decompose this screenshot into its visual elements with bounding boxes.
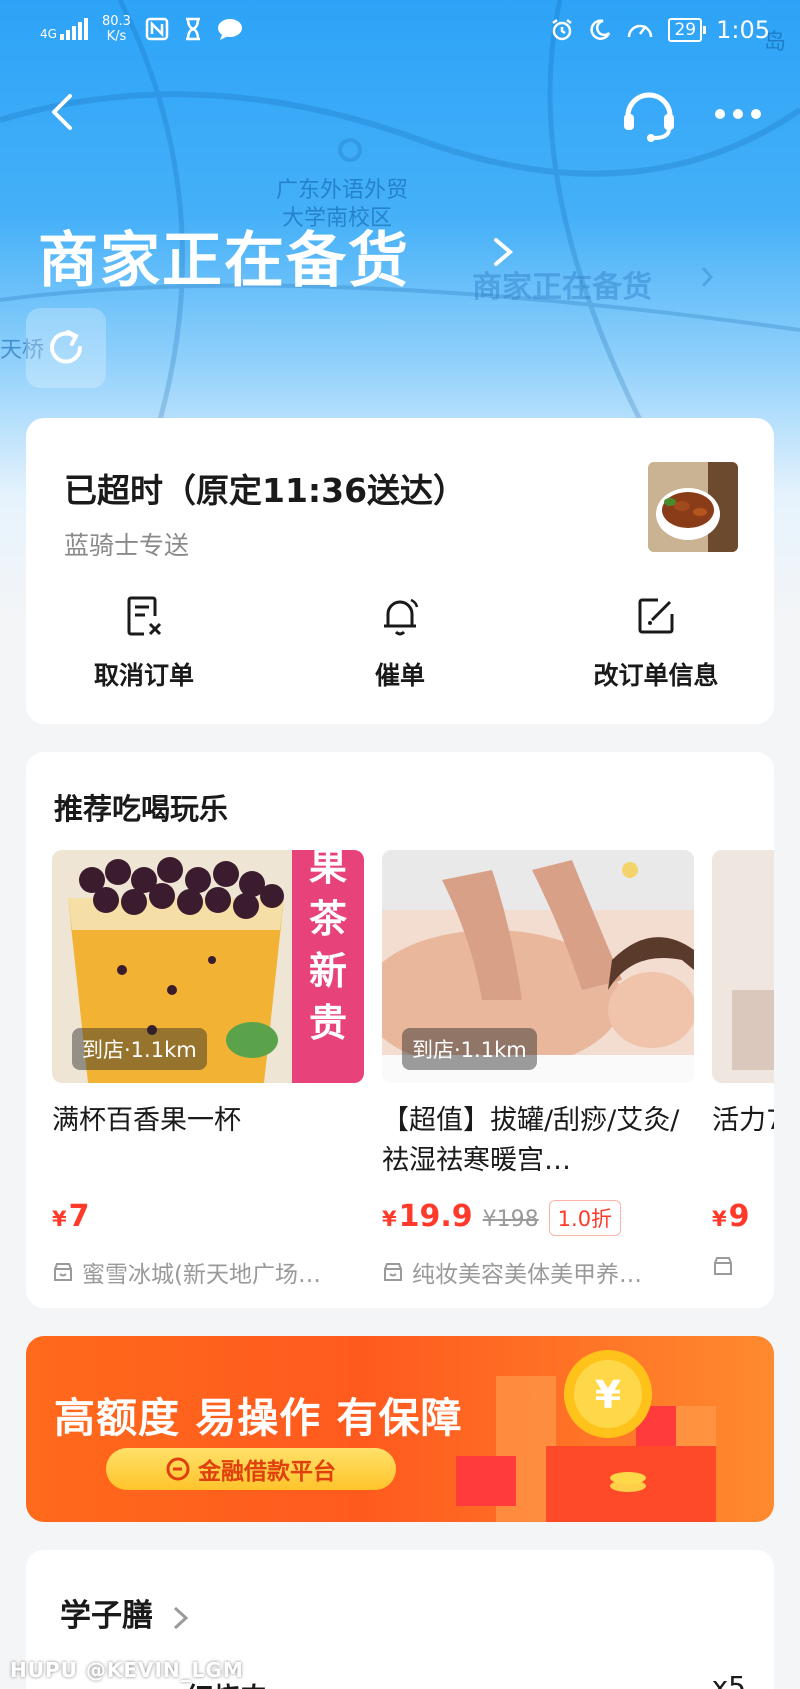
poster-char-2: 茶 (309, 897, 348, 941)
clock: 1:05 (716, 16, 770, 44)
bell-icon (384, 598, 419, 636)
product-image-drink: 果 茶 新 贵 到店·1.1km (52, 850, 364, 1083)
edit-icon (638, 598, 674, 634)
network-type: 4G (40, 27, 57, 41)
delivery-method: 蓝骑士专送 (64, 531, 190, 560)
product-image-massage: 到店·1.1km (382, 850, 694, 1083)
battery-level: 29 (674, 20, 697, 40)
product-distance: 到店·1.1km (402, 1028, 537, 1070)
banner-cta-button[interactable]: 金融借款平台 (106, 1448, 396, 1490)
product-currency: ¥ (382, 1207, 397, 1231)
network-indicator: 4G (40, 18, 88, 40)
poster-char-1: 果 (309, 850, 347, 889)
headset-icon (624, 92, 674, 142)
network-speed: 80.3 K/s (102, 14, 131, 44)
partial-product-image (712, 850, 774, 1083)
order-item-qty: x5 (711, 1670, 746, 1689)
product-shop-name: 纯妆美容美体美甲养… (412, 1262, 642, 1288)
more-dots-icon (715, 109, 761, 119)
banner-headline: 高额度 易操作 有保障 (54, 1394, 463, 1442)
cancel-order-button[interactable]: 取消订单 (34, 594, 254, 704)
customer-service-button[interactable] (620, 86, 678, 142)
product-shop[interactable] (712, 1255, 774, 1277)
shop-name: 学子膳 (60, 1598, 153, 1634)
food-bowl-image (648, 462, 738, 552)
poster-char-4: 贵 (309, 1001, 347, 1045)
chevron-right-icon (173, 1606, 189, 1629)
product-card[interactable]: 果 茶 新 贵 到店·1.1km 满杯百香果一杯 ¥ 7 蜜雪冰城(新天地广场… (52, 850, 364, 1289)
cancel-order-label: 取消订单 (93, 661, 194, 690)
hourglass-icon (185, 17, 200, 41)
refresh-button[interactable] (26, 308, 106, 388)
product-shop[interactable]: 纯妆美容美体美甲养… (382, 1255, 694, 1289)
order-status-title[interactable]: 商家正在备货 (38, 212, 410, 299)
product-original-price: ¥198 (482, 1207, 539, 1232)
signal-icon (59, 18, 88, 40)
back-button[interactable] (44, 92, 84, 132)
product-currency: ¥ (712, 1207, 727, 1231)
map-bubble-chevron (700, 266, 714, 292)
loan-ad-banner[interactable]: ¥ 高额度 易操作 有保障 金融借款平台 (26, 1336, 774, 1522)
recommendations-card: 推荐吃喝玩乐 果 茶 新 贵 到店·1.1km 满杯百香果一杯 ¥ 7 蜜雪冰城… (26, 752, 774, 1308)
nfc-icon (145, 17, 169, 41)
delivery-time-status: 已超时（原定11:36送达） (64, 471, 467, 510)
refresh-icon (50, 330, 82, 364)
watermark: HUPU @KEVIN_LGM (10, 1658, 244, 1682)
banner-cta-label: 金融借款平台 (198, 1459, 336, 1485)
yuan-coin-symbol: ¥ (595, 1373, 621, 1417)
product-price: 9 (728, 1199, 750, 1234)
product-card[interactable]: 活力75 ¥ 9 (712, 850, 774, 1277)
message-icon (217, 19, 242, 40)
order-status-card: 已超时（原定11:36送达） 蓝骑士专送 取消订单 催单 改订单信息 (26, 418, 774, 724)
recommendations-title: 推荐吃喝玩乐 (54, 792, 229, 826)
product-price: 19.9 (398, 1199, 473, 1234)
product-name: 【超值】拔罐/刮痧/艾灸/祛湿祛寒暖宫… (382, 1105, 680, 1176)
shop-icon (384, 1263, 402, 1281)
moon-icon (590, 19, 611, 40)
back-arrow-icon (52, 94, 72, 130)
product-card[interactable]: 到店·1.1km 【超值】拔罐/刮痧/艾灸/祛湿祛寒暖宫… ¥ 19.9 ¥19… (382, 850, 694, 1289)
poster-char-3: 新 (309, 949, 347, 993)
finance-logo-icon (166, 1457, 190, 1481)
shop-icon (54, 1263, 72, 1281)
product-name: 满杯百香果一杯 (52, 1105, 241, 1136)
speedometer-icon (628, 24, 653, 38)
status-chevron-icon (494, 238, 514, 266)
product-price-row: ¥ 19.9 ¥198 1.0折 (382, 1199, 694, 1241)
product-discount-badge: 1.0折 (548, 1200, 622, 1236)
order-food-thumbnail[interactable] (648, 462, 738, 552)
edit-order-label: 改订单信息 (593, 661, 719, 690)
shop-name-link[interactable]: 学子膳 (60, 1590, 190, 1635)
more-menu-button[interactable] (712, 100, 764, 128)
product-image-partial (712, 850, 774, 1083)
product-price-row: ¥ 9 (712, 1199, 774, 1241)
product-price: 7 (68, 1199, 90, 1234)
network-speed-unit: K/s (106, 29, 127, 44)
alarm-icon (552, 19, 573, 41)
order-actions: 取消订单 催单 改订单信息 (26, 594, 774, 704)
edit-order-button[interactable]: 改订单信息 (546, 594, 766, 704)
product-currency: ¥ (52, 1207, 67, 1231)
product-price-row: ¥ 7 (52, 1199, 364, 1241)
urge-order-label: 催单 (374, 661, 425, 690)
battery-icon: 29 (668, 18, 706, 42)
product-name: 活力75 (712, 1105, 774, 1136)
cancel-order-icon (127, 596, 162, 636)
shop-icon (714, 1257, 732, 1275)
product-distance: 到店·1.1km (72, 1028, 207, 1070)
network-speed-value: 80.3 (101, 14, 131, 29)
status-bar: 4G 80.3 K/s 29 1:05 (0, 0, 800, 68)
product-shop-name: 蜜雪冰城(新天地广场… (82, 1262, 321, 1288)
urge-order-button[interactable]: 催单 (290, 594, 510, 704)
product-shop[interactable]: 蜜雪冰城(新天地广场… (52, 1255, 364, 1289)
